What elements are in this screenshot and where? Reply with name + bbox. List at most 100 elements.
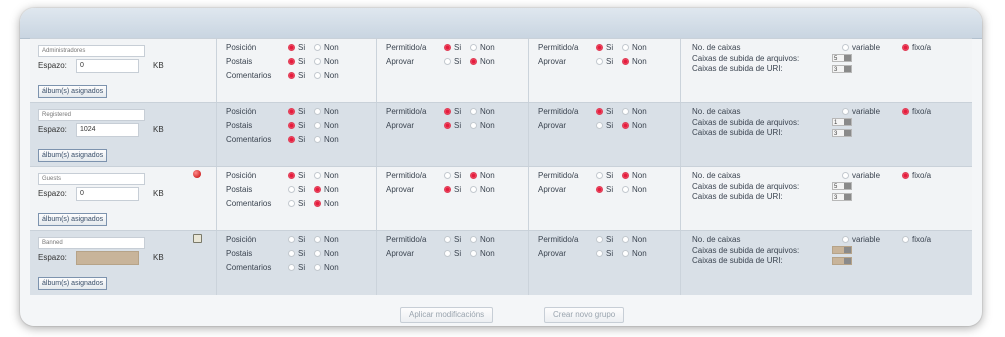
- upload-approve-non-radio[interactable]: [470, 58, 477, 65]
- personal-permitted-si-radio[interactable]: [596, 172, 603, 179]
- upload-permitted-si-radio[interactable]: [444, 172, 451, 179]
- uri-upload-boxes-select[interactable]: 3: [832, 193, 852, 201]
- upload-permitted-non-radio[interactable]: [470, 172, 477, 179]
- postais-non-radio[interactable]: [314, 58, 321, 65]
- assigned-albums-button[interactable]: álbum(s) asignados: [38, 149, 108, 162]
- file-upload-boxes-select[interactable]: [832, 246, 852, 254]
- upload-approve-si-radio[interactable]: [444, 122, 451, 129]
- postais-non-radio[interactable]: [314, 250, 321, 257]
- posicion-non-radio[interactable]: [314, 108, 321, 115]
- personal-approve-si-radio[interactable]: [596, 122, 603, 129]
- postais-si-radio[interactable]: [288, 250, 295, 257]
- quota-input[interactable]: 0: [76, 187, 139, 201]
- upload-permitted-non-radio[interactable]: [470, 108, 477, 115]
- uri-upload-boxes-select[interactable]: 3: [832, 65, 852, 73]
- apply-modifications-button[interactable]: Aplicar modificacións: [400, 307, 494, 323]
- comentarios-si-radio[interactable]: [288, 72, 295, 79]
- group-name-input[interactable]: Administradores: [38, 45, 145, 57]
- posicion-non-radio[interactable]: [314, 172, 321, 179]
- comentarios-si-radio[interactable]: [288, 200, 295, 207]
- comentarios-non-radio[interactable]: [314, 136, 321, 143]
- personal-permitted-non-label: Non: [632, 107, 647, 116]
- file-upload-boxes-select[interactable]: 1: [832, 118, 852, 126]
- personal-permitted-si-radio[interactable]: [596, 44, 603, 51]
- personal-approve-si-radio[interactable]: [596, 186, 603, 193]
- group-name-input[interactable]: Registered: [38, 109, 145, 121]
- delete-group-icon[interactable]: [193, 170, 201, 178]
- comentarios-non-radio[interactable]: [314, 264, 321, 271]
- comentarios-non-radio[interactable]: [314, 72, 321, 79]
- posicion-si-radio[interactable]: [288, 172, 295, 179]
- personal-approve-non-radio[interactable]: [622, 250, 629, 257]
- personal-permitted-non-radio[interactable]: [622, 108, 629, 115]
- create-group-button[interactable]: Crear novo grupo: [544, 307, 625, 323]
- upload-permitted-si-radio[interactable]: [444, 44, 451, 51]
- postais-non-radio[interactable]: [314, 186, 321, 193]
- upload-approve-non-radio[interactable]: [470, 122, 477, 129]
- postais-si-radio[interactable]: [288, 122, 295, 129]
- upload-approve-si-radio[interactable]: [444, 58, 451, 65]
- file-upload-boxes-select[interactable]: 5: [832, 54, 852, 62]
- postais-non-radio[interactable]: [314, 122, 321, 129]
- chevron-down-icon: [844, 258, 851, 264]
- personal-approve-non-radio[interactable]: [622, 186, 629, 193]
- personal-approve-si-radio[interactable]: [596, 250, 603, 257]
- upload-permitted-si-radio[interactable]: [444, 108, 451, 115]
- box-fixed-radio[interactable]: [902, 172, 909, 179]
- assigned-albums-button[interactable]: álbum(s) asignados: [38, 213, 108, 226]
- box-fixed-radio[interactable]: [902, 44, 909, 51]
- personal-permitted-non-radio[interactable]: [622, 44, 629, 51]
- postais-si-radio[interactable]: [288, 186, 295, 193]
- upload-approve-non-radio[interactable]: [470, 250, 477, 257]
- upload-permitted-non-label: Non: [480, 235, 495, 244]
- box-count-label: No. de caixas: [692, 235, 741, 244]
- quota-input[interactable]: 0: [76, 59, 139, 73]
- box-fixed-radio[interactable]: [902, 108, 909, 115]
- personal-permitted-si-label: Si: [606, 235, 614, 244]
- assigned-albums-button[interactable]: álbum(s) asignados: [38, 85, 108, 98]
- box-variable-radio[interactable]: [842, 108, 849, 115]
- personal-permitted-non-radio[interactable]: [622, 172, 629, 179]
- comentarios-non-radio[interactable]: [314, 200, 321, 207]
- posicion-non-radio[interactable]: [314, 44, 321, 51]
- upload-approve-non-radio[interactable]: [470, 186, 477, 193]
- upload-approve-si-label: Si: [454, 249, 462, 258]
- upload-approve-si-radio[interactable]: [444, 186, 451, 193]
- posicion-si-radio[interactable]: [288, 108, 295, 115]
- personal-permitted-si-radio[interactable]: [596, 108, 603, 115]
- assigned-albums-button[interactable]: álbum(s) asignados: [38, 277, 108, 290]
- groups-panel: Administradores Espazo: 0 KB álbum(s) asigna…: [20, 8, 982, 326]
- box-variable-radio[interactable]: [842, 44, 849, 51]
- upload-permitted-si-radio[interactable]: [444, 236, 451, 243]
- personal-permitted-si-radio[interactable]: [596, 236, 603, 243]
- box-count-label: No. de caixas: [692, 171, 741, 180]
- personal-permitted-non-radio[interactable]: [622, 236, 629, 243]
- box-variable-radio[interactable]: [842, 172, 849, 179]
- upload-approve-si-radio[interactable]: [444, 250, 451, 257]
- group-name-input[interactable]: Guests: [38, 173, 145, 185]
- personal-approve-non-radio[interactable]: [622, 58, 629, 65]
- file-upload-boxes-select[interactable]: 5: [832, 182, 852, 190]
- posicion-non-radio[interactable]: [314, 236, 321, 243]
- personal-approve-si-radio[interactable]: [596, 58, 603, 65]
- comentarios-si-radio[interactable]: [288, 264, 295, 271]
- upload-permitted-non-radio[interactable]: [470, 236, 477, 243]
- uri-upload-boxes-select[interactable]: 3: [832, 129, 852, 137]
- uri-upload-boxes-label: Caixas de subida de URI:: [692, 192, 783, 201]
- upload-permitted-non-radio[interactable]: [470, 44, 477, 51]
- espazo-label: Espazo:: [38, 125, 67, 134]
- kb-unit-label: KB: [153, 61, 164, 70]
- box-variable-radio[interactable]: [842, 236, 849, 243]
- quota-input[interactable]: [76, 251, 139, 265]
- box-fixed-radio[interactable]: [902, 236, 909, 243]
- upload-approve-si-label: Si: [454, 185, 462, 194]
- posicion-si-radio[interactable]: [288, 236, 295, 243]
- quota-input[interactable]: 1024: [76, 123, 139, 137]
- comentarios-si-radio[interactable]: [288, 136, 295, 143]
- uri-upload-boxes-select[interactable]: [832, 257, 852, 265]
- postais-si-radio[interactable]: [288, 58, 295, 65]
- group-name-input[interactable]: Banned: [38, 237, 145, 249]
- edit-group-icon[interactable]: [193, 234, 202, 243]
- personal-approve-non-radio[interactable]: [622, 122, 629, 129]
- posicion-si-radio[interactable]: [288, 44, 295, 51]
